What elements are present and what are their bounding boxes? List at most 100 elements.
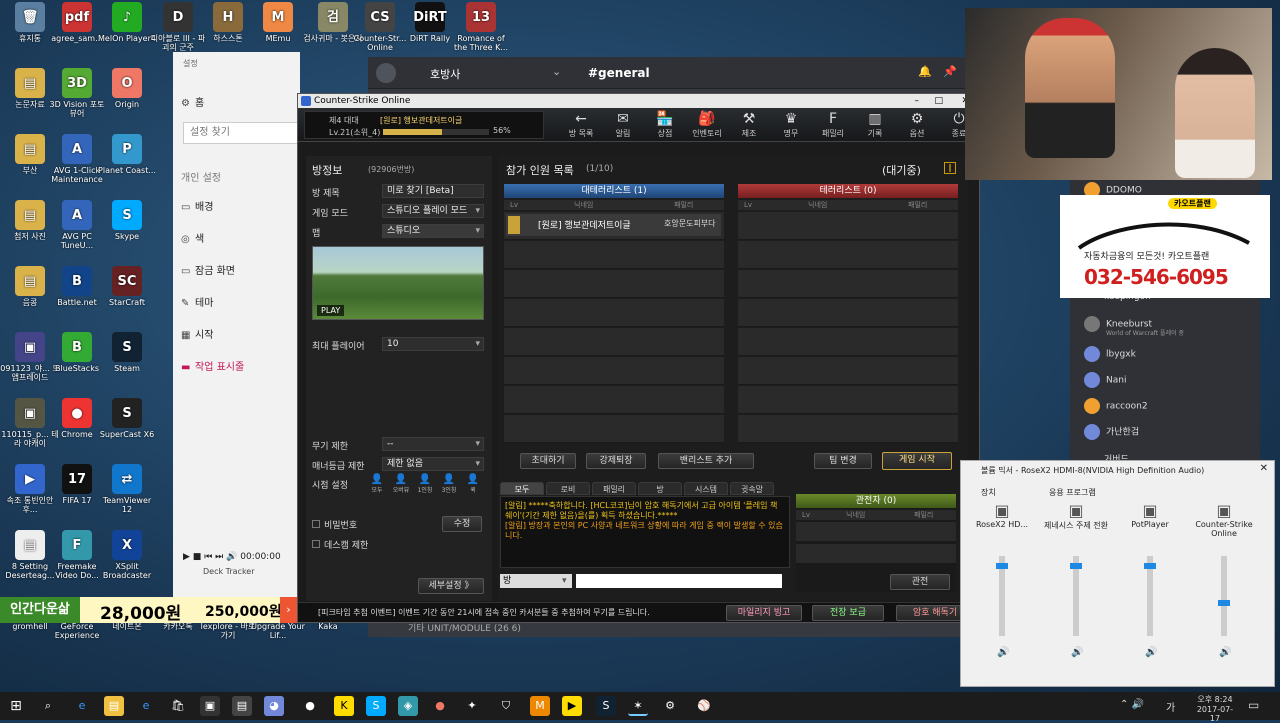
app-icon[interactable]: ◈ xyxy=(398,696,418,716)
top-button[interactable]: ♛ 명무 xyxy=(774,110,808,140)
settings-item-start[interactable]: ▦ 시작 xyxy=(181,326,213,341)
volume-slider-thumb[interactable] xyxy=(1144,563,1156,570)
chat-tab[interactable]: 귓속말 xyxy=(730,482,774,495)
settings-item-lockscreen[interactable]: ▭ 잠금 화면 xyxy=(181,262,235,277)
settings-item-taskbar[interactable]: ▬ 작업 표시줄 xyxy=(181,358,244,373)
game-mode-select[interactable]: 스튜디오 플레이 모드 ▾ xyxy=(382,204,484,218)
kakaotalk-icon[interactable]: K xyxy=(334,696,354,716)
player-row[interactable]: [원로] 행보관데저트이글 호앙문도피부다 xyxy=(506,214,721,236)
volume-slider-thumb[interactable] xyxy=(1218,600,1230,607)
supply-button[interactable]: 전장 보급 xyxy=(812,605,884,621)
top-button[interactable]: ← 방 목록 xyxy=(564,110,598,140)
manner-select[interactable]: 제한 없음 ▾ xyxy=(382,457,484,471)
pin-icon[interactable]: 📌 xyxy=(943,65,957,78)
ie-icon[interactable]: e xyxy=(136,696,156,716)
prev-icon[interactable]: ⏮ xyxy=(204,552,212,562)
maximize-icon[interactable]: □ xyxy=(934,94,943,108)
view-option[interactable]: 👤 1인칭 xyxy=(414,474,436,494)
edge-icon[interactable]: e xyxy=(72,696,92,716)
app-icon[interactable]: M xyxy=(530,696,550,716)
play-button[interactable]: PLAY xyxy=(317,305,345,316)
clock[interactable]: 오후 8:24 2017-07-17 xyxy=(1192,694,1238,723)
pause-icon[interactable]: ‖ xyxy=(944,162,956,174)
member-nani[interactable]: Nani xyxy=(1084,372,1126,388)
app-icon[interactable]: ▣ xyxy=(200,696,220,716)
team-slot[interactable] xyxy=(738,270,958,298)
observer-slot[interactable] xyxy=(796,544,956,564)
speaker-icon[interactable]: 🔊 xyxy=(1145,647,1157,658)
explorer-icon[interactable]: ▤ xyxy=(104,696,124,716)
settings-search-input[interactable]: 설정 찾기 xyxy=(183,122,298,144)
app-icon[interactable]: ✦ xyxy=(462,696,482,716)
desktop-icon[interactable]: S Steam xyxy=(97,332,157,373)
chat-tab[interactable]: 로비 xyxy=(546,482,590,495)
team-slot[interactable] xyxy=(738,212,958,240)
shield-icon[interactable]: ⛉ xyxy=(496,696,516,716)
stop-icon[interactable]: ■ xyxy=(193,552,202,562)
team-slot[interactable] xyxy=(504,241,724,269)
volume-icon[interactable]: 🔊 xyxy=(226,552,237,562)
desktop-icon[interactable]: SC StarCraft xyxy=(97,266,157,307)
team-slot[interactable] xyxy=(504,270,724,298)
top-button[interactable]: ✉ 알림 xyxy=(606,110,640,140)
team-slot[interactable] xyxy=(504,357,724,385)
desktop-icon[interactable]: ⇄ TeamViewer 12 xyxy=(97,464,157,514)
team-slot[interactable] xyxy=(504,328,724,356)
store-icon[interactable]: 🛍 xyxy=(168,696,188,716)
member-gananhan[interactable]: 가난한검 xyxy=(1084,424,1139,440)
modify-button[interactable]: 수정 xyxy=(442,516,482,532)
avatar[interactable] xyxy=(376,63,396,83)
server-name[interactable]: 호방사 xyxy=(430,66,460,82)
chevron-right-icon[interactable]: › xyxy=(280,597,297,623)
chrome-icon[interactable]: ● xyxy=(300,696,320,716)
password-option[interactable]: 비밀번호 xyxy=(312,518,357,531)
settings-item-theme[interactable]: ✎ 테마 xyxy=(181,294,213,309)
desktop-icon[interactable]: M MEmu xyxy=(248,2,308,43)
volume-slider-thumb[interactable] xyxy=(1070,563,1082,570)
max-players-select[interactable]: 10 ▾ xyxy=(382,337,484,351)
counter-strike-icon[interactable]: ✶ xyxy=(628,696,648,716)
map-preview[interactable]: PLAY xyxy=(312,246,484,320)
team-slot[interactable] xyxy=(504,415,724,443)
desktop-icon[interactable]: S Skype xyxy=(97,200,157,241)
t-team-header[interactable]: 테러리스트 (0) xyxy=(738,184,958,198)
top-button[interactable]: F 패밀리 xyxy=(816,110,850,140)
view-option[interactable]: 👤 3인칭 xyxy=(438,474,460,494)
bell-icon[interactable]: 🔔 xyxy=(918,65,932,78)
observe-button[interactable]: 관전 xyxy=(890,574,950,590)
desktop-icon[interactable]: P Planet Coast... xyxy=(97,134,157,175)
volume-slider[interactable] xyxy=(996,556,1008,636)
chat-tab[interactable]: 시스템 xyxy=(684,482,728,495)
chat-tab[interactable]: 방 xyxy=(638,482,682,495)
member-lbygxk[interactable]: lbygxk xyxy=(1084,346,1136,362)
desktop-icon[interactable]: 13 Romance of the Three K... xyxy=(451,2,511,52)
team-slot[interactable] xyxy=(738,386,958,414)
top-button[interactable]: ⚒ 제조 xyxy=(732,110,766,140)
room-title-field[interactable]: 미로 찾기 [Beta] xyxy=(382,184,484,198)
tray-icons[interactable]: ⌃ 🔊 xyxy=(1120,699,1144,710)
desktop-icon[interactable]: Kaka xyxy=(298,622,358,631)
desktop-icon[interactable]: S SuperCast X6 xyxy=(97,398,157,439)
top-button[interactable]: ⚙ 옵션 xyxy=(900,110,934,140)
team-slot[interactable] xyxy=(738,415,958,443)
team-slot[interactable] xyxy=(738,241,958,269)
weapon-limit-select[interactable]: -- ▾ xyxy=(382,437,484,451)
map-select[interactable]: 스튜디오 ▾ xyxy=(382,224,484,238)
desktop-icon[interactable]: X XSplit Broadcaster xyxy=(97,530,157,580)
close-icon[interactable]: ✕ xyxy=(1260,463,1268,474)
team-slot[interactable] xyxy=(504,299,724,327)
chat-tab[interactable]: 모두 xyxy=(500,482,544,495)
speaker-icon[interactable]: 🔊 xyxy=(997,647,1009,658)
checkbox[interactable] xyxy=(312,540,320,548)
team-slot[interactable] xyxy=(504,386,724,414)
app-icon[interactable]: ⚾ xyxy=(694,696,714,716)
observer-slot[interactable] xyxy=(796,522,956,542)
view-option[interactable]: 👤 퀵 xyxy=(462,474,484,494)
discord-icon[interactable]: ◕ xyxy=(264,696,284,716)
checkbox[interactable] xyxy=(312,520,320,528)
volume-slider[interactable] xyxy=(1144,556,1156,636)
game-start-button[interactable]: 게임 시작 xyxy=(882,452,952,470)
team-slot[interactable] xyxy=(738,328,958,356)
origin-icon[interactable]: ● xyxy=(430,696,450,716)
chevron-down-icon[interactable]: ⌄ xyxy=(552,65,561,78)
